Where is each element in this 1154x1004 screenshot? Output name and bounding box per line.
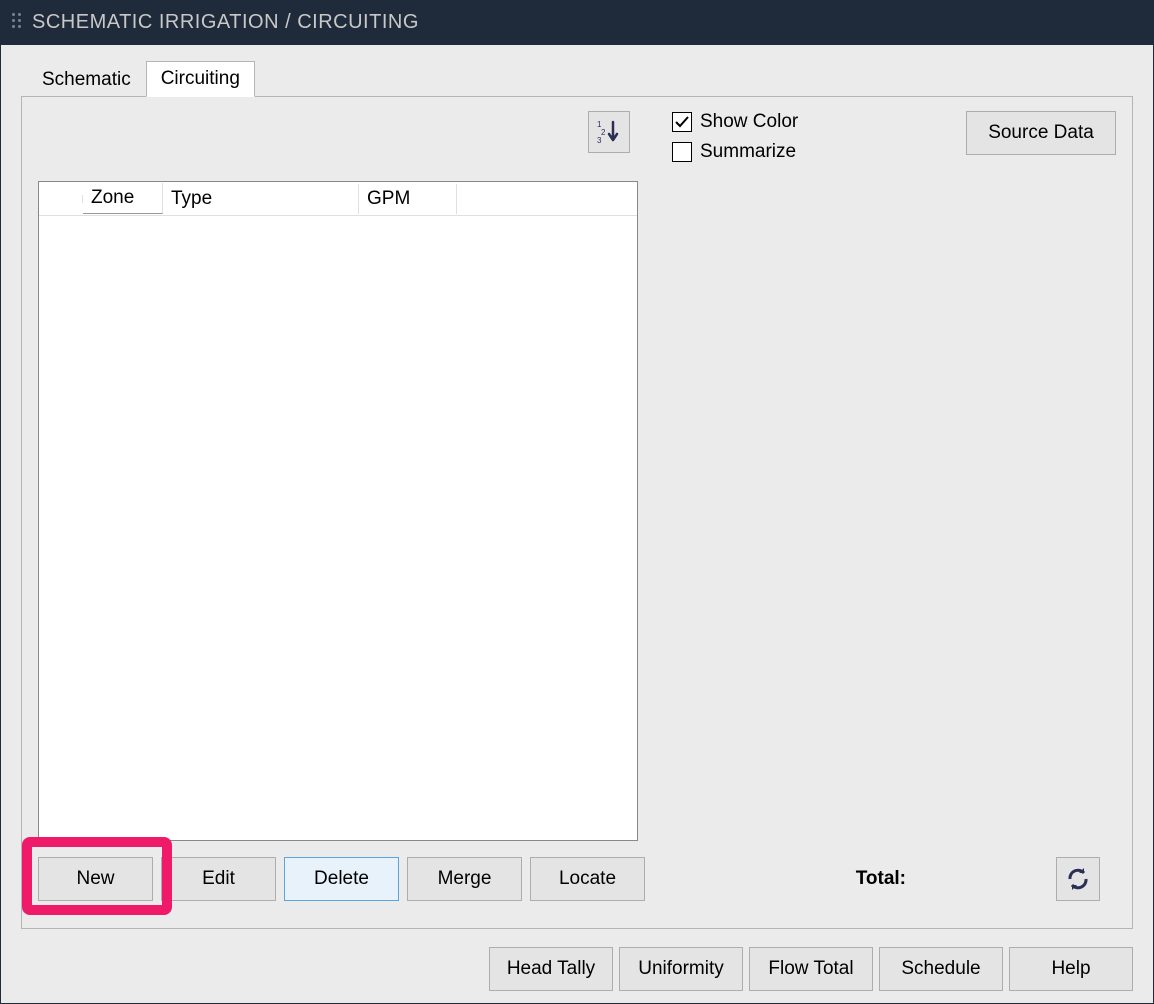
grid-header-type[interactable]: Type — [163, 184, 359, 214]
grid-header-zone[interactable]: Zone — [83, 183, 163, 214]
grid-header-gpm[interactable]: GPM — [359, 184, 457, 214]
zone-grid[interactable]: Zone Type GPM — [38, 181, 638, 841]
total-label: Total: — [856, 868, 906, 890]
titlebar[interactable]: SCHEMATIC IRRIGATION / CIRCUITING — [0, 0, 1154, 44]
source-data-button[interactable]: Source Data — [966, 111, 1116, 155]
grid-header-row: Zone Type GPM — [39, 182, 637, 216]
locate-button[interactable]: Locate — [530, 857, 645, 901]
sort-numeric-icon: 1 2 3 — [595, 118, 623, 146]
new-button[interactable]: New — [38, 857, 153, 901]
window-title: SCHEMATIC IRRIGATION / CIRCUITING — [32, 11, 419, 34]
refresh-icon — [1064, 865, 1092, 893]
uniformity-button[interactable]: Uniformity — [619, 947, 743, 991]
edit-button[interactable]: Edit — [161, 857, 276, 901]
checkmark-icon — [674, 114, 690, 130]
tab-schematic[interactable]: Schematic — [27, 62, 146, 97]
tab-circuiting[interactable]: Circuiting — [146, 61, 255, 97]
summarize-label: Summarize — [700, 141, 796, 163]
tab-panel-circuiting: 1 2 3 Show Color Summa — [21, 96, 1133, 929]
show-color-checkbox[interactable] — [672, 112, 692, 132]
drag-grip-icon[interactable] — [12, 13, 22, 31]
refresh-button[interactable] — [1056, 857, 1100, 901]
show-color-checkbox-row[interactable]: Show Color — [672, 111, 798, 133]
summarize-checkbox-row[interactable]: Summarize — [672, 141, 798, 163]
delete-button[interactable]: Delete — [284, 857, 399, 901]
head-tally-button[interactable]: Head Tally — [489, 947, 613, 991]
merge-button[interactable]: Merge — [407, 857, 522, 901]
sort-numeric-button[interactable]: 1 2 3 — [588, 111, 630, 153]
tab-strip: Schematic Circuiting — [27, 63, 1133, 97]
flow-total-button[interactable]: Flow Total — [749, 947, 873, 991]
grid-header-blank — [39, 195, 83, 203]
svg-text:3: 3 — [597, 136, 602, 145]
summarize-checkbox[interactable] — [672, 142, 692, 162]
help-button[interactable]: Help — [1009, 947, 1133, 991]
svg-text:2: 2 — [601, 128, 606, 137]
show-color-label: Show Color — [700, 111, 798, 133]
schedule-button[interactable]: Schedule — [879, 947, 1003, 991]
grid-header-blank2 — [457, 195, 637, 203]
